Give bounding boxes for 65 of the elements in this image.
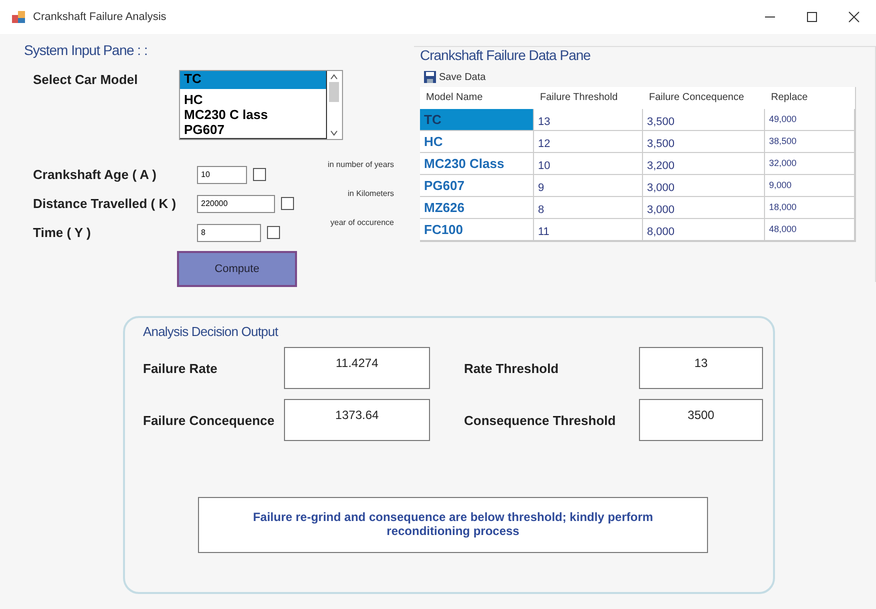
input-field[interactable]: 8 bbox=[197, 224, 261, 242]
table-cell: 9 bbox=[534, 175, 643, 197]
table-cell[interactable]: FC100 bbox=[420, 219, 534, 241]
panel-title: Analysis Decision Output bbox=[143, 324, 280, 339]
table-cell: 8 bbox=[534, 197, 643, 219]
list-item[interactable]: TC bbox=[180, 71, 326, 89]
table-cell: 48,000 bbox=[765, 219, 855, 241]
table-cell: 3,500 bbox=[643, 131, 765, 153]
field-label: Time ( Y ) bbox=[32, 225, 92, 240]
list-item[interactable]: MC230 C lass bbox=[180, 107, 326, 122]
list-item[interactable]: HC bbox=[180, 92, 326, 107]
input-field[interactable]: 10 bbox=[197, 166, 247, 184]
table-cell: 49,000 bbox=[765, 109, 855, 131]
column-header[interactable]: Replace bbox=[765, 87, 855, 109]
compute-button[interactable]: Compute bbox=[177, 251, 297, 287]
app-icon bbox=[12, 10, 26, 24]
window-title: Crankshaft Failure Analysis bbox=[33, 11, 166, 23]
table-cell: 38,500 bbox=[765, 131, 855, 153]
maximize-icon[interactable] bbox=[806, 11, 818, 23]
table-cell: 13 bbox=[534, 109, 643, 131]
table-cell: 8,000 bbox=[643, 219, 765, 241]
input-field[interactable]: 220000 bbox=[197, 194, 275, 212]
table-cell: 12 bbox=[534, 131, 643, 153]
result-field: 1373.64 bbox=[284, 399, 430, 441]
unit-label: in number of years bbox=[328, 160, 394, 169]
result-field: 3500 bbox=[639, 399, 763, 441]
column-header[interactable]: Model Name bbox=[420, 87, 534, 109]
result-field: 13 bbox=[639, 347, 763, 389]
save-icon bbox=[424, 71, 436, 83]
model-list[interactable]: TC HC MC230 C lass PG607 bbox=[179, 70, 343, 140]
checkbox[interactable] bbox=[267, 226, 280, 239]
table-cell: 3,500 bbox=[643, 109, 765, 131]
result-label: Failure Rate bbox=[143, 360, 218, 376]
decision-message: Failure re-grind and consequence are below threshold; kindly perform reconditioning process bbox=[198, 497, 708, 553]
table-cell[interactable]: MZ626 bbox=[420, 197, 534, 219]
list-item[interactable]: PG607 bbox=[180, 122, 326, 137]
field-label: Distance Travelled ( K ) bbox=[32, 196, 178, 211]
table-cell: 10 bbox=[534, 153, 643, 175]
table-cell: 18,000 bbox=[765, 197, 855, 219]
column-header[interactable]: Failure Threshold bbox=[534, 87, 643, 109]
field-label: Crankshaft Age ( A ) bbox=[32, 167, 158, 182]
unit-label: in Kilometers bbox=[348, 189, 394, 198]
checkbox[interactable] bbox=[281, 197, 294, 210]
result-label: Rate Threshold bbox=[464, 360, 560, 376]
scroll-up-icon[interactable] bbox=[330, 74, 338, 80]
table-cell: 32,000 bbox=[765, 153, 855, 175]
result-label: Failure Concequence bbox=[143, 412, 276, 428]
table-cell: 3,000 bbox=[643, 197, 765, 219]
table-cell: 9,000 bbox=[765, 175, 855, 197]
table-cell[interactable]: PG607 bbox=[420, 175, 534, 197]
table-cell: 11 bbox=[534, 219, 643, 241]
save-button[interactable]: Save Data bbox=[424, 71, 486, 83]
checkbox[interactable] bbox=[253, 168, 266, 181]
result-field: 11.4274 bbox=[284, 347, 430, 389]
table-cell: 3,200 bbox=[643, 153, 765, 175]
result-label: Consequence Threshold bbox=[464, 412, 617, 428]
scroll-down-icon[interactable] bbox=[330, 130, 338, 136]
table-cell: 3,000 bbox=[643, 175, 765, 197]
pane-title: System Input Pane : : bbox=[24, 42, 148, 58]
unit-label: year of occurence bbox=[330, 218, 394, 227]
column-header[interactable]: Failure Concequence bbox=[643, 87, 765, 109]
table-cell[interactable]: HC bbox=[420, 131, 534, 153]
field-label: Select Car Model bbox=[32, 71, 139, 89]
table-cell[interactable]: MC230 Class bbox=[420, 153, 534, 175]
close-icon[interactable] bbox=[848, 11, 860, 23]
